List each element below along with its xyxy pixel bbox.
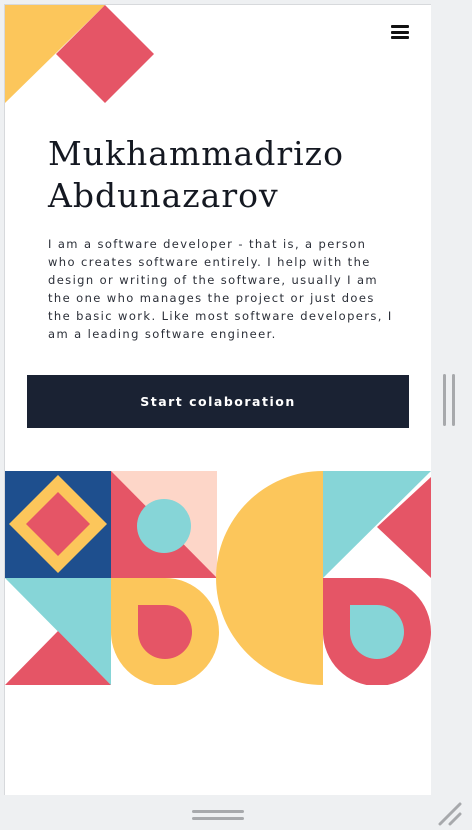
start-collaboration-button[interactable]: Start colaboration xyxy=(27,375,409,428)
geometric-art-illustration xyxy=(5,471,431,685)
menu-button[interactable] xyxy=(391,25,409,39)
vertical-scroll-handle[interactable] xyxy=(443,374,455,426)
page-viewport: Mukhammadrizo Abdunazarov I am a softwar… xyxy=(4,4,431,795)
resize-grip-icon[interactable] xyxy=(436,800,462,826)
hero-geometric-shapes xyxy=(5,5,154,103)
hamburger-menu-icon xyxy=(391,25,409,28)
bottom-drag-handle[interactable] xyxy=(192,810,244,820)
last-name: Abdunazarov xyxy=(48,176,279,215)
bio-paragraph: I am a software developer - that is, a p… xyxy=(48,237,393,341)
first-name: Mukhammadrizo xyxy=(48,134,344,173)
profile-name-heading: Mukhammadrizo Abdunazarov xyxy=(48,133,408,217)
